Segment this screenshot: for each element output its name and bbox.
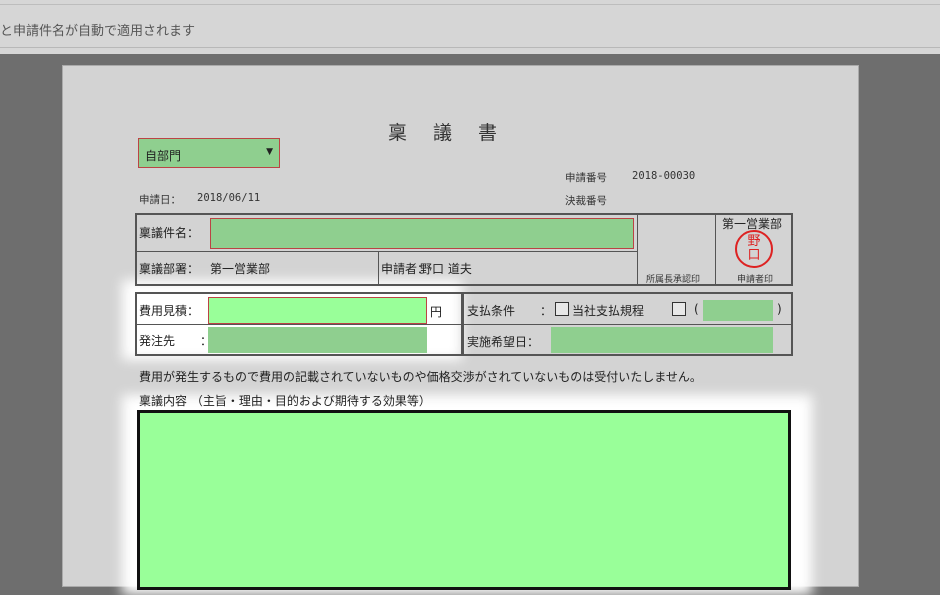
form-title: 稟議書 — [388, 122, 524, 144]
seal-char-bottom: 口 — [747, 248, 761, 263]
content-textarea[interactable] — [137, 410, 791, 590]
applicant-seal: 野 口 — [735, 230, 773, 268]
chevron-down-icon: ▼ — [266, 147, 273, 157]
payment-terms-label: 支払条件 — [467, 304, 516, 318]
other-terms-paren-close: ) — [777, 302, 782, 316]
subject-label: 稟議件名： — [139, 226, 200, 240]
row-divider — [137, 251, 637, 252]
cost-unit: 円 — [430, 305, 443, 319]
subject-field[interactable] — [210, 218, 634, 249]
hint-bar: と申請件名が自動で適用されます — [0, 0, 940, 54]
other-terms-paren-open: ( — [694, 302, 699, 316]
applicant-value: 野口 道夫 — [420, 262, 472, 276]
application-number-value: 2018-00030 — [632, 170, 696, 182]
column-divider — [378, 252, 379, 284]
applicant-stamp-label: 申請者印 — [737, 275, 774, 285]
decision-number-label: 決裁番号 — [565, 195, 607, 207]
application-date-value: 2018/06/11 — [197, 192, 261, 204]
approval-stamp-label: 所属長承認印 — [646, 275, 701, 285]
column-divider — [715, 215, 716, 284]
bottom-divider — [0, 47, 940, 48]
vendor-field[interactable] — [208, 327, 427, 353]
department-value: 第一営業部 — [210, 262, 271, 276]
cost-estimate-label: 費用見積： — [139, 304, 200, 318]
other-terms-checkbox[interactable] — [672, 302, 686, 316]
department-label: 稟議部署： — [139, 262, 200, 276]
cost-estimate-field[interactable] — [208, 297, 427, 324]
application-date-label: 申請日： — [139, 194, 181, 206]
other-terms-field[interactable] — [703, 300, 773, 321]
column-divider — [637, 215, 638, 284]
department-select[interactable]: 自部門 ▼ — [138, 138, 280, 168]
department-select-value: 自部門 — [145, 149, 182, 163]
top-divider — [0, 4, 940, 5]
company-terms-checkbox[interactable] — [555, 302, 569, 316]
row-divider — [464, 324, 791, 325]
notice-text: 費用が発生するもので費用の記載されていないものや価格交渉がされていないものは受付… — [139, 370, 702, 384]
seal-char-top: 野 — [747, 234, 761, 249]
hint-text: と申請件名が自動で適用されます — [0, 24, 196, 39]
company-terms-label: 当社支払規程 — [572, 304, 645, 318]
vendor-label: 発注先 — [139, 334, 176, 348]
content-label: 稟議内容 （主旨・理由・目的および期待する効果等） — [139, 394, 431, 408]
application-number-label: 申請番号 — [565, 172, 607, 184]
row-divider — [137, 324, 461, 325]
desired-date-label: 実施希望日： — [467, 335, 540, 349]
payment-terms-colon: ： — [540, 304, 553, 318]
desired-date-field[interactable] — [551, 327, 773, 353]
